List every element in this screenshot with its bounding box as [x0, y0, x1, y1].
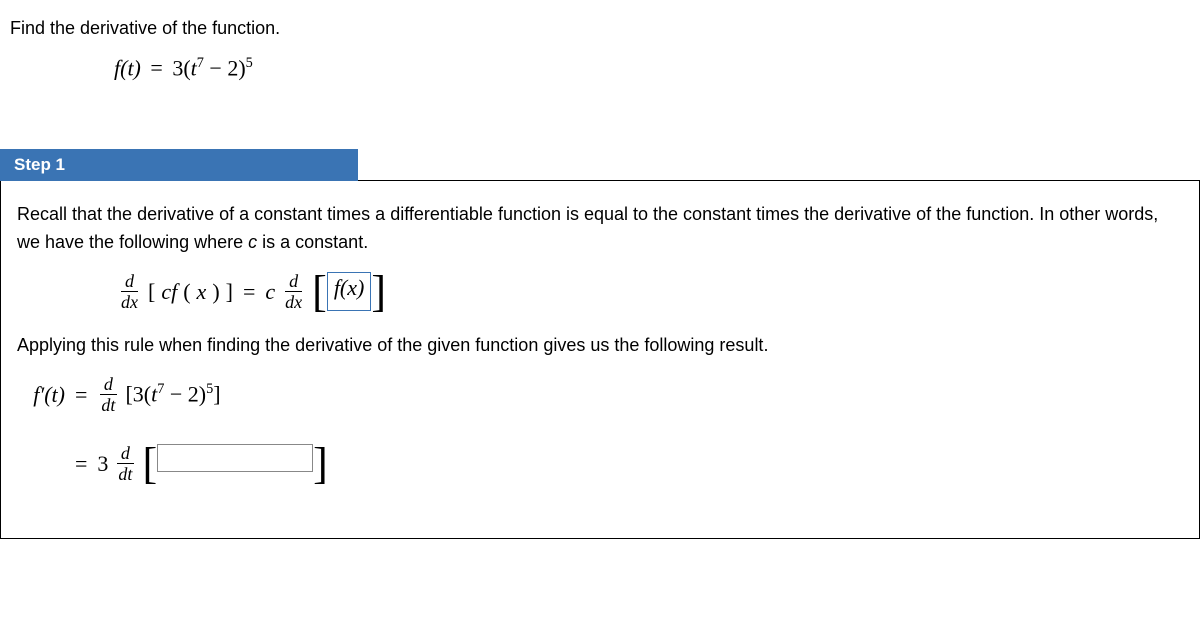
rule-boxed: [ f(x) ]	[312, 272, 386, 312]
problem-equation: f(t) = 3(t7 − 2)5	[114, 55, 1190, 81]
mid: − 2)	[204, 55, 246, 80]
instruction-text: Recall that the derivative of a constant…	[17, 201, 1183, 257]
intro-c: c	[248, 232, 257, 252]
expr1-open: [3(	[125, 382, 151, 407]
big-bracket-r2: ]	[313, 444, 328, 484]
ddt-2: d dt	[114, 443, 136, 484]
exp2: 5	[246, 55, 253, 71]
rule-equals: =	[243, 279, 255, 305]
expr1-mid: − 2)	[164, 382, 206, 407]
fn-lhs: f(t)	[114, 55, 141, 80]
constant-multiple-rule: d dx [cf(x)] = c d dx [ f(x) ]	[117, 271, 1183, 312]
problem-title: Find the derivative of the function.	[10, 18, 1190, 39]
rule-cf: cf	[161, 279, 177, 305]
intro-part2: is a constant.	[257, 232, 368, 252]
rule-fx: f(x)	[334, 275, 365, 300]
big-bracket-r: ]	[371, 272, 386, 312]
rule-c: c	[265, 279, 275, 305]
apply-text: Applying this rule when finding the deri…	[17, 332, 1183, 360]
result-line-2: = 3 d dt [ ]	[17, 443, 1183, 484]
problem-statement: Find the derivative of the function. f(t…	[0, 0, 1200, 89]
ddt-den1: dt	[97, 395, 119, 415]
step-content: Recall that the derivative of a constant…	[0, 180, 1200, 539]
ddx-left: d dx	[117, 271, 142, 312]
big-bracket-l: [	[312, 272, 327, 312]
ddt-den2: dt	[114, 464, 136, 484]
ddx-num2: d	[285, 271, 302, 292]
intro-part1: Recall that the derivative of a constant…	[17, 204, 1158, 252]
ddt-1: d dt	[97, 374, 119, 415]
result-line-1: f′(t) = d dt [3(t7 − 2)5]	[17, 374, 1183, 415]
ddx-den: dx	[117, 292, 142, 312]
answer-input[interactable]	[157, 444, 313, 472]
answer-bracket: [ ]	[142, 444, 327, 484]
coeff: 3(	[172, 55, 190, 80]
eq1: =	[75, 382, 87, 408]
ddx-num: d	[121, 271, 138, 292]
rule-paren-open: (	[183, 279, 190, 305]
fprime-t: f′(t)	[17, 382, 65, 408]
rule-fx-box: f(x)	[327, 272, 372, 312]
ddt-num1: d	[100, 374, 117, 395]
big-bracket-l2: [	[142, 444, 157, 484]
rule-left-bracket-close: ]	[226, 279, 233, 305]
equals: =	[150, 55, 162, 80]
expr1: [3(t7 − 2)5]	[125, 381, 220, 407]
coeff-3: 3	[97, 451, 108, 477]
ddt-num2: d	[117, 443, 134, 464]
ddx-den2: dx	[281, 292, 306, 312]
expr1-close: ]	[213, 382, 220, 407]
ddx-right: d dx	[281, 271, 306, 312]
exp1: 7	[197, 55, 204, 71]
step-tab: Step 1	[0, 149, 358, 181]
rule-x: x	[197, 279, 207, 305]
rule-paren-close: )	[212, 279, 219, 305]
step-label: Step 1	[14, 155, 65, 174]
result-lines: f′(t) = d dt [3(t7 − 2)5] = 3 d dt [ ]	[17, 374, 1183, 484]
eq2: =	[75, 451, 87, 477]
rule-left-bracket-open: [	[148, 279, 155, 305]
